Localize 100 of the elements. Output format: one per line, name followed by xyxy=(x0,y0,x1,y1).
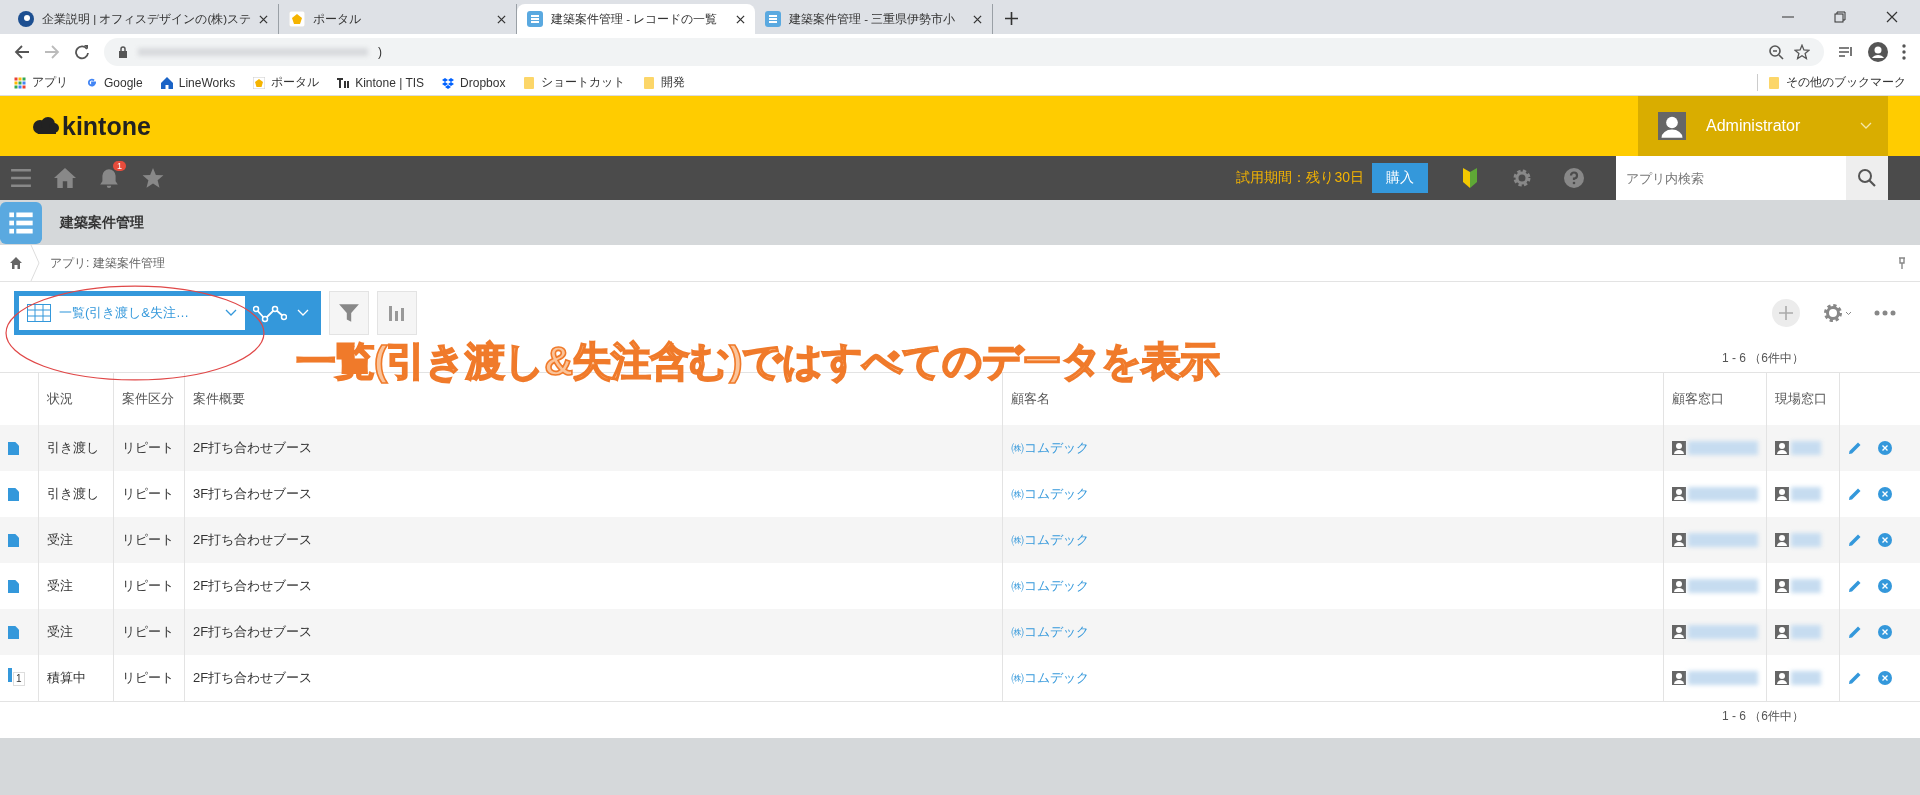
folder-icon xyxy=(643,76,656,89)
blurred-name xyxy=(1688,533,1758,547)
browser-tab[interactable]: 建築案件管理 - レコードの一覧 xyxy=(517,4,756,34)
blurred-name xyxy=(1688,487,1758,501)
document-icon[interactable] xyxy=(8,579,19,593)
pencil-icon[interactable] xyxy=(1848,441,1862,455)
blurred-name xyxy=(1791,533,1821,547)
table-cell: 2F打ち合わせブース xyxy=(184,609,1003,655)
record-count: 1 - 6 （6件中） xyxy=(1721,707,1805,725)
chevron-icon xyxy=(297,309,309,317)
lock-icon xyxy=(118,46,128,58)
app-title: 建築案件管理 xyxy=(60,213,144,232)
list-icon xyxy=(527,11,544,27)
beginner-mark-icon[interactable] xyxy=(1460,168,1480,188)
table-cell: リピート xyxy=(113,609,185,655)
new-tab-icon[interactable] xyxy=(1005,12,1019,25)
blurred-name xyxy=(1791,487,1821,501)
list-app-icon[interactable] xyxy=(0,201,42,244)
delete-icon[interactable] xyxy=(1878,441,1892,455)
more-icon[interactable] xyxy=(1874,310,1896,316)
bookmark[interactable]: Kintone | TIS xyxy=(337,75,425,90)
pencil-icon[interactable] xyxy=(1848,625,1862,639)
table-cell: リピート xyxy=(113,425,185,471)
blurred-name xyxy=(1688,441,1758,455)
user-icon xyxy=(1672,579,1686,593)
settings-icon[interactable] xyxy=(1512,168,1532,188)
star-icon[interactable] xyxy=(1794,44,1810,60)
bookmark[interactable]: ショートカット xyxy=(523,74,626,91)
close-icon[interactable] xyxy=(259,14,269,24)
close-icon[interactable] xyxy=(736,14,746,24)
user-icon xyxy=(1775,533,1789,547)
search-button[interactable] xyxy=(1846,156,1888,200)
table-cell: 積算中 xyxy=(38,655,114,702)
restore-icon[interactable] xyxy=(1834,11,1846,23)
user-icon xyxy=(1775,579,1789,593)
delete-icon[interactable] xyxy=(1878,579,1892,593)
document-icon[interactable] xyxy=(8,625,19,639)
bookmark[interactable]: ポータル xyxy=(253,74,320,91)
bookmark[interactable]: Google xyxy=(86,75,143,90)
document-icon[interactable] xyxy=(8,441,19,455)
table-cell: 2F打ち合わせブース xyxy=(184,517,1003,563)
bookmark[interactable]: 開発 xyxy=(643,74,686,91)
user-icon xyxy=(1672,487,1686,501)
chart-button[interactable] xyxy=(377,291,417,335)
close-icon[interactable] xyxy=(1886,11,1898,23)
search-field[interactable]: アプリ内検索 xyxy=(1616,156,1846,200)
blurred-name xyxy=(1688,625,1758,639)
menu-icon[interactable] xyxy=(1902,44,1906,60)
user-icon xyxy=(1672,533,1686,547)
star-icon[interactable] xyxy=(142,167,164,189)
delete-icon[interactable] xyxy=(1878,533,1892,547)
filter-button[interactable] xyxy=(329,291,369,335)
reload-icon[interactable] xyxy=(74,44,90,60)
pin-icon[interactable] xyxy=(1898,257,1906,269)
close-icon[interactable] xyxy=(497,14,507,24)
pencil-icon[interactable] xyxy=(1848,579,1862,593)
apps-grid-icon xyxy=(14,76,26,89)
table-icon xyxy=(27,304,51,322)
bell-icon[interactable] xyxy=(98,167,120,189)
blurred-name xyxy=(1688,579,1758,593)
back-icon[interactable] xyxy=(14,44,30,60)
close-icon[interactable] xyxy=(973,14,983,24)
kintone-logo[interactable]: kintone xyxy=(32,111,151,141)
bookmark[interactable]: LineWorks xyxy=(160,75,236,90)
blurred-name xyxy=(1791,441,1821,455)
help-icon[interactable] xyxy=(1564,168,1584,188)
bookmark[interactable]: アプリ xyxy=(14,74,68,91)
search-icon xyxy=(1857,168,1877,188)
pencil-icon[interactable] xyxy=(1848,487,1862,501)
user-icon xyxy=(1775,441,1789,455)
forward-icon[interactable] xyxy=(44,44,60,60)
table-cell: 受注 xyxy=(38,609,114,655)
blurred-name xyxy=(1791,579,1821,593)
bookmark[interactable]: Dropbox xyxy=(442,75,506,90)
home-icon[interactable] xyxy=(10,257,22,269)
pencil-icon[interactable] xyxy=(1848,671,1862,685)
trial-notice: 試用期間：残り30日 xyxy=(1236,169,1364,187)
document-icon[interactable] xyxy=(8,533,19,547)
media-icon[interactable] xyxy=(1838,44,1854,60)
address-field[interactable]: ) xyxy=(104,38,1824,66)
delete-icon[interactable] xyxy=(1878,625,1892,639)
delete-icon[interactable] xyxy=(1878,671,1892,685)
account-icon[interactable] xyxy=(1868,42,1888,62)
breadcrumb-link[interactable]: アプリ: 建築案件管理 xyxy=(50,254,165,272)
home-icon[interactable] xyxy=(54,167,76,189)
bar-chart-icon xyxy=(387,303,407,323)
delete-icon[interactable] xyxy=(1878,487,1892,501)
document-icon[interactable] xyxy=(8,487,19,501)
settings-icon[interactable] xyxy=(1822,302,1852,324)
chevron-icon xyxy=(1860,122,1872,130)
dropbox-icon xyxy=(442,76,455,89)
user-avatar-icon xyxy=(1658,112,1686,140)
bookmark[interactable]: その他のブックマーク xyxy=(1757,74,1906,91)
zoom-out-icon[interactable] xyxy=(1768,44,1784,60)
user-icon xyxy=(1775,671,1789,685)
list-icon xyxy=(765,11,782,27)
table-cell: 引き渡し xyxy=(38,425,114,471)
tis-logo-icon xyxy=(337,76,350,89)
pencil-icon[interactable] xyxy=(1848,533,1862,547)
add-record-icon[interactable] xyxy=(1772,299,1800,327)
